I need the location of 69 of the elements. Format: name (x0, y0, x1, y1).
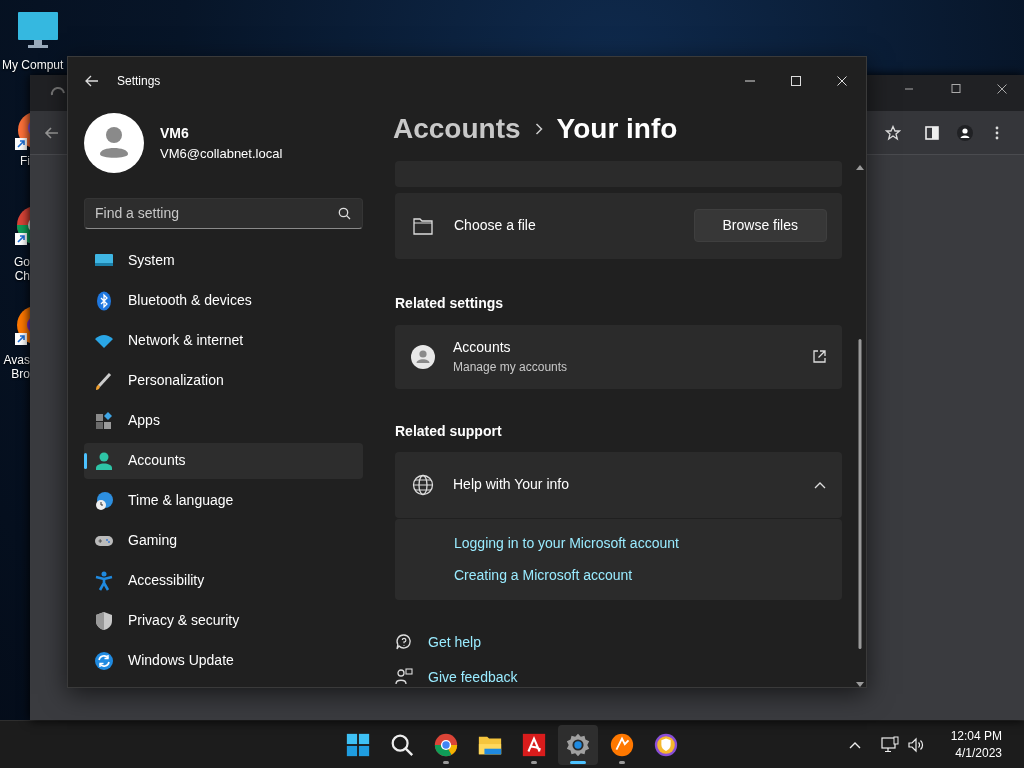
help-link[interactable]: Logging in to your Microsoft account (454, 532, 679, 554)
search-field[interactable]: Find a setting (84, 197, 363, 229)
card-label: Choose a file (454, 216, 536, 236)
user-email: VM6@collabnet.local (160, 144, 283, 163)
nav-item[interactable]: Network & internet (84, 322, 363, 359)
help-icon (395, 633, 413, 652)
close-icon (837, 75, 847, 86)
external-link-icon (812, 349, 827, 365)
nav-item[interactable]: Time & language (84, 482, 363, 519)
desktop-icon-label[interactable]: Fi (0, 154, 30, 168)
desktop-icon-label[interactable]: Go Ch (0, 255, 30, 283)
nav-item[interactable]: Accounts (84, 442, 363, 479)
help-link[interactable]: Creating a Microsoft account (454, 564, 633, 586)
person-icon (411, 344, 435, 369)
search-icon (338, 206, 351, 220)
user-name: VM6 (160, 123, 190, 143)
nav-item[interactable]: Windows Update (84, 642, 363, 679)
help-expander[interactable]: Help with Your info (395, 451, 842, 518)
desktop-icon-label[interactable]: Avas Bro (0, 353, 30, 381)
back-arrow-icon[interactable] (85, 73, 99, 88)
globe-icon (412, 473, 434, 496)
window-title: Settings (117, 72, 161, 90)
start-icon (345, 731, 371, 758)
nav-item[interactable]: Gaming (84, 522, 363, 559)
network-icon[interactable] (880, 735, 899, 754)
close-icon[interactable] (996, 83, 1008, 95)
gear-icon (565, 731, 591, 758)
side-panel-icon[interactable] (924, 125, 940, 141)
maximize-icon (791, 75, 801, 86)
profile-icon[interactable] (957, 125, 973, 141)
shield-icon (94, 610, 114, 631)
antivirus-icon (521, 731, 547, 758)
brush-icon (94, 370, 114, 391)
breadcrumb-parent[interactable]: Accounts (393, 107, 521, 150)
nav-item[interactable]: Accessibility (84, 562, 363, 599)
maximize-icon[interactable] (950, 83, 962, 95)
star-icon[interactable] (885, 125, 901, 141)
shield-icon (653, 731, 679, 758)
card-subtitle: Manage my accounts (453, 359, 568, 377)
refresh-icon (94, 650, 114, 671)
nav-item[interactable]: Personalization (84, 362, 363, 399)
chevron-up-icon[interactable] (848, 740, 861, 749)
folder-icon (413, 216, 433, 235)
taskbar-button[interactable] (558, 724, 598, 765)
section-heading: Related support (395, 421, 503, 441)
bluetooth-icon (94, 290, 114, 311)
apps-icon (94, 410, 114, 431)
person-icon (94, 450, 114, 471)
globe-clock-icon (94, 490, 114, 511)
browser-icon (433, 731, 459, 758)
chevron-up-icon (814, 480, 826, 489)
nav-item[interactable]: Privacy & security (84, 602, 363, 639)
clock-button[interactable]: 12:04 PM 4/1/2023 (946, 727, 1006, 762)
footer-link[interactable]: Get help (428, 631, 481, 653)
nav-item[interactable]: Bluetooth & devices (84, 282, 363, 319)
browse-files-button[interactable]: Browse files (693, 209, 827, 243)
chevron-right-icon (534, 122, 543, 135)
volume-icon[interactable] (906, 735, 925, 754)
accessibility-icon (94, 570, 114, 591)
section-heading: Related settings (395, 293, 505, 313)
feedback-icon (395, 668, 413, 687)
card-title: Accounts (453, 338, 512, 358)
breadcrumb-current: Your info (556, 111, 678, 146)
nav-item[interactable]: System (84, 242, 363, 279)
footer-link[interactable]: Give feedback (428, 666, 518, 687)
nav-item[interactable]: Apps (84, 402, 363, 439)
antivirus-icon (609, 731, 635, 758)
settings-link-card[interactable]: Accounts Manage my accounts (395, 324, 842, 389)
desktop-icon-label[interactable]: My Comput (2, 58, 64, 72)
